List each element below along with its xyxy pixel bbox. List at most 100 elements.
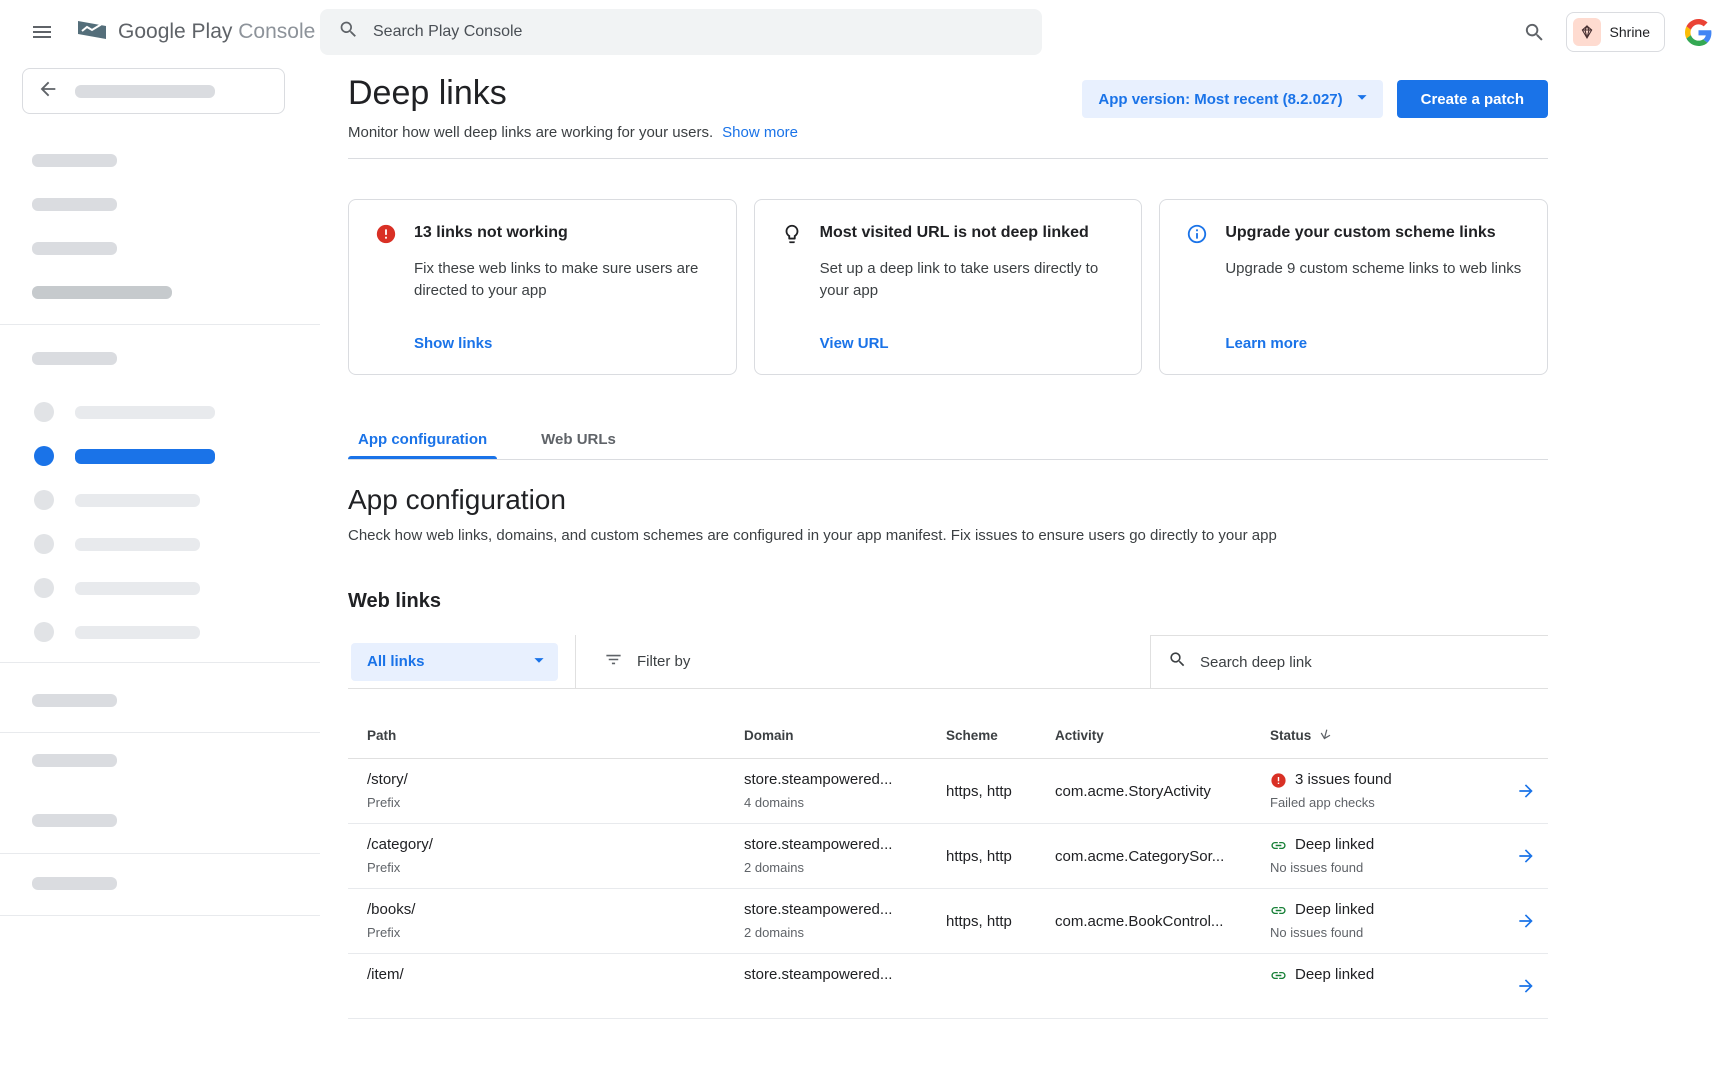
show-more-link[interactable]: Show more <box>722 124 798 141</box>
skeleton-bar <box>75 449 215 464</box>
skeleton-bar <box>75 406 215 419</box>
card-content: 13 links not working Fix these web links… <box>414 222 712 352</box>
search-icon <box>338 19 359 45</box>
row-detail-arrow-icon[interactable] <box>1504 824 1548 888</box>
sidebar-item-icon <box>34 578 54 598</box>
tab-app-configuration[interactable]: App configuration <box>348 419 497 459</box>
domain-cell: store.steampowered... 2 domains <box>744 824 946 888</box>
console-search-bar[interactable] <box>320 9 1042 55</box>
skeleton-bar <box>32 242 117 255</box>
path-cell: /books/ Prefix <box>348 889 744 953</box>
app-chip-label: Shrine <box>1610 24 1650 40</box>
back-button[interactable] <box>22 68 285 114</box>
deep-link-search-input[interactable] <box>1200 654 1548 671</box>
page-subtitle: Monitor how well deep links are working … <box>348 124 713 141</box>
lightbulb-icon <box>781 223 803 245</box>
column-header-status[interactable]: Status <box>1270 727 1504 745</box>
page-header: Deep links Monitor how well deep links a… <box>348 72 1548 141</box>
google-account-avatar[interactable] <box>1685 19 1712 46</box>
app-selector-chip[interactable]: Shrine <box>1566 12 1665 52</box>
topbar-left: Google Play Console <box>0 17 320 48</box>
hamburger-menu-icon[interactable] <box>30 20 54 44</box>
skeleton-bar <box>75 494 200 507</box>
table-row[interactable]: /item/ store.steampowered... Deep linked <box>348 954 1548 1019</box>
path-type: Prefix <box>367 923 744 943</box>
sidebar-item[interactable] <box>34 478 320 522</box>
domain-cell: store.steampowered... 2 domains <box>744 889 946 953</box>
domain-value: store.steampowered... <box>744 964 946 986</box>
card-links-not-working: 13 links not working Fix these web links… <box>348 199 737 375</box>
path-value: /category/ <box>367 834 744 856</box>
status-cell: 3 issues found Failed app checks <box>1270 759 1504 823</box>
links-filter-dropdown[interactable]: All links <box>351 643 558 681</box>
row-detail-arrow-icon[interactable] <box>1504 954 1548 1018</box>
sidebar-item[interactable] <box>34 610 320 654</box>
sidebar-item-icon <box>34 402 54 422</box>
card-title: Most visited URL is not deep linked <box>820 222 1118 244</box>
play-console-logo[interactable]: Google Play Console <box>76 17 315 48</box>
status-label: Deep linked <box>1295 834 1374 856</box>
create-patch-button[interactable]: Create a patch <box>1397 80 1548 118</box>
insight-cards: 13 links not working Fix these web links… <box>348 199 1548 375</box>
logo-text: Google Play Console <box>118 20 315 44</box>
sort-descending-icon[interactable] <box>1318 727 1333 745</box>
console-search-input[interactable] <box>373 23 1024 41</box>
domain-count: 2 domains <box>744 858 946 878</box>
sidebar-item-active[interactable] <box>34 434 320 478</box>
card-upgrade-scheme-links: Upgrade your custom scheme links Upgrade… <box>1159 199 1548 375</box>
web-links-toolbar: All links Filter by <box>348 635 1548 689</box>
path-value: /item/ <box>367 964 744 986</box>
sidebar-item-icon <box>34 534 54 554</box>
skeleton-bar <box>32 198 117 211</box>
status-detail: Failed app checks <box>1270 793 1504 813</box>
row-detail-arrow-icon[interactable] <box>1504 759 1548 823</box>
deep-link-search[interactable] <box>1150 635 1548 688</box>
learn-more-link[interactable]: Learn more <box>1225 335 1523 352</box>
sidebar-item-icon <box>34 490 54 510</box>
sidebar-divider <box>0 324 320 325</box>
view-url-link[interactable]: View URL <box>820 335 1118 352</box>
search-icon-button[interactable] <box>1523 21 1546 44</box>
card-title: Upgrade your custom scheme links <box>1225 222 1523 244</box>
sidebar-item[interactable] <box>34 522 320 566</box>
app-version-dropdown[interactable]: App version: Most recent (8.2.027) <box>1082 80 1382 118</box>
card-body: Set up a deep link to take users directl… <box>820 258 1118 302</box>
path-cell: /item/ <box>348 954 744 1018</box>
sidebar-item[interactable] <box>34 390 320 434</box>
domain-count: 4 domains <box>744 793 946 813</box>
info-icon <box>1186 223 1208 245</box>
skeleton-bar <box>75 582 200 595</box>
domain-value: store.steampowered... <box>744 899 946 921</box>
row-detail-arrow-icon[interactable] <box>1504 889 1548 953</box>
table-row[interactable]: /category/ Prefix store.steampowered... … <box>348 824 1548 889</box>
sidebar-divider <box>0 662 320 663</box>
app-version-label: App version: Most recent (8.2.027) <box>1098 91 1342 108</box>
skeleton-bar <box>32 754 117 767</box>
path-cell: /category/ Prefix <box>348 824 744 888</box>
card-body: Fix these web links to make sure users a… <box>414 258 712 302</box>
table-row[interactable]: /story/ Prefix store.steampowered... 4 d… <box>348 759 1548 824</box>
show-links-link[interactable]: Show links <box>414 335 712 352</box>
tab-bar: App configuration Web URLs <box>348 419 1548 460</box>
domain-count: 2 domains <box>744 923 946 943</box>
status-cell: Deep linked <box>1270 954 1504 1018</box>
table-row[interactable]: /books/ Prefix store.steampowered... 2 d… <box>348 889 1548 954</box>
scheme-cell: https, http <box>946 759 1055 823</box>
sidebar-item[interactable] <box>34 566 320 610</box>
logo-part2: Console <box>238 20 315 43</box>
domain-cell: store.steampowered... <box>744 954 946 1018</box>
app-configuration-description: Check how web links, domains, and custom… <box>348 527 1548 544</box>
filter-by-button[interactable]: Filter by <box>575 635 1150 688</box>
search-icon <box>1168 650 1187 674</box>
table-header-row: Path Domain Scheme Activity Status <box>348 713 1548 759</box>
tab-web-urls[interactable]: Web URLs <box>531 419 626 459</box>
filter-icon <box>604 650 623 673</box>
sidebar-divider <box>0 853 320 854</box>
skeleton-bar <box>32 877 117 890</box>
page-header-left: Deep links Monitor how well deep links a… <box>348 72 798 141</box>
web-links-table: Path Domain Scheme Activity Status /stor… <box>348 713 1548 1019</box>
status-cell: Deep linked No issues found <box>1270 889 1504 953</box>
status-cell: Deep linked No issues found <box>1270 824 1504 888</box>
header-divider <box>348 158 1548 159</box>
deep-link-icon <box>1270 967 1287 984</box>
